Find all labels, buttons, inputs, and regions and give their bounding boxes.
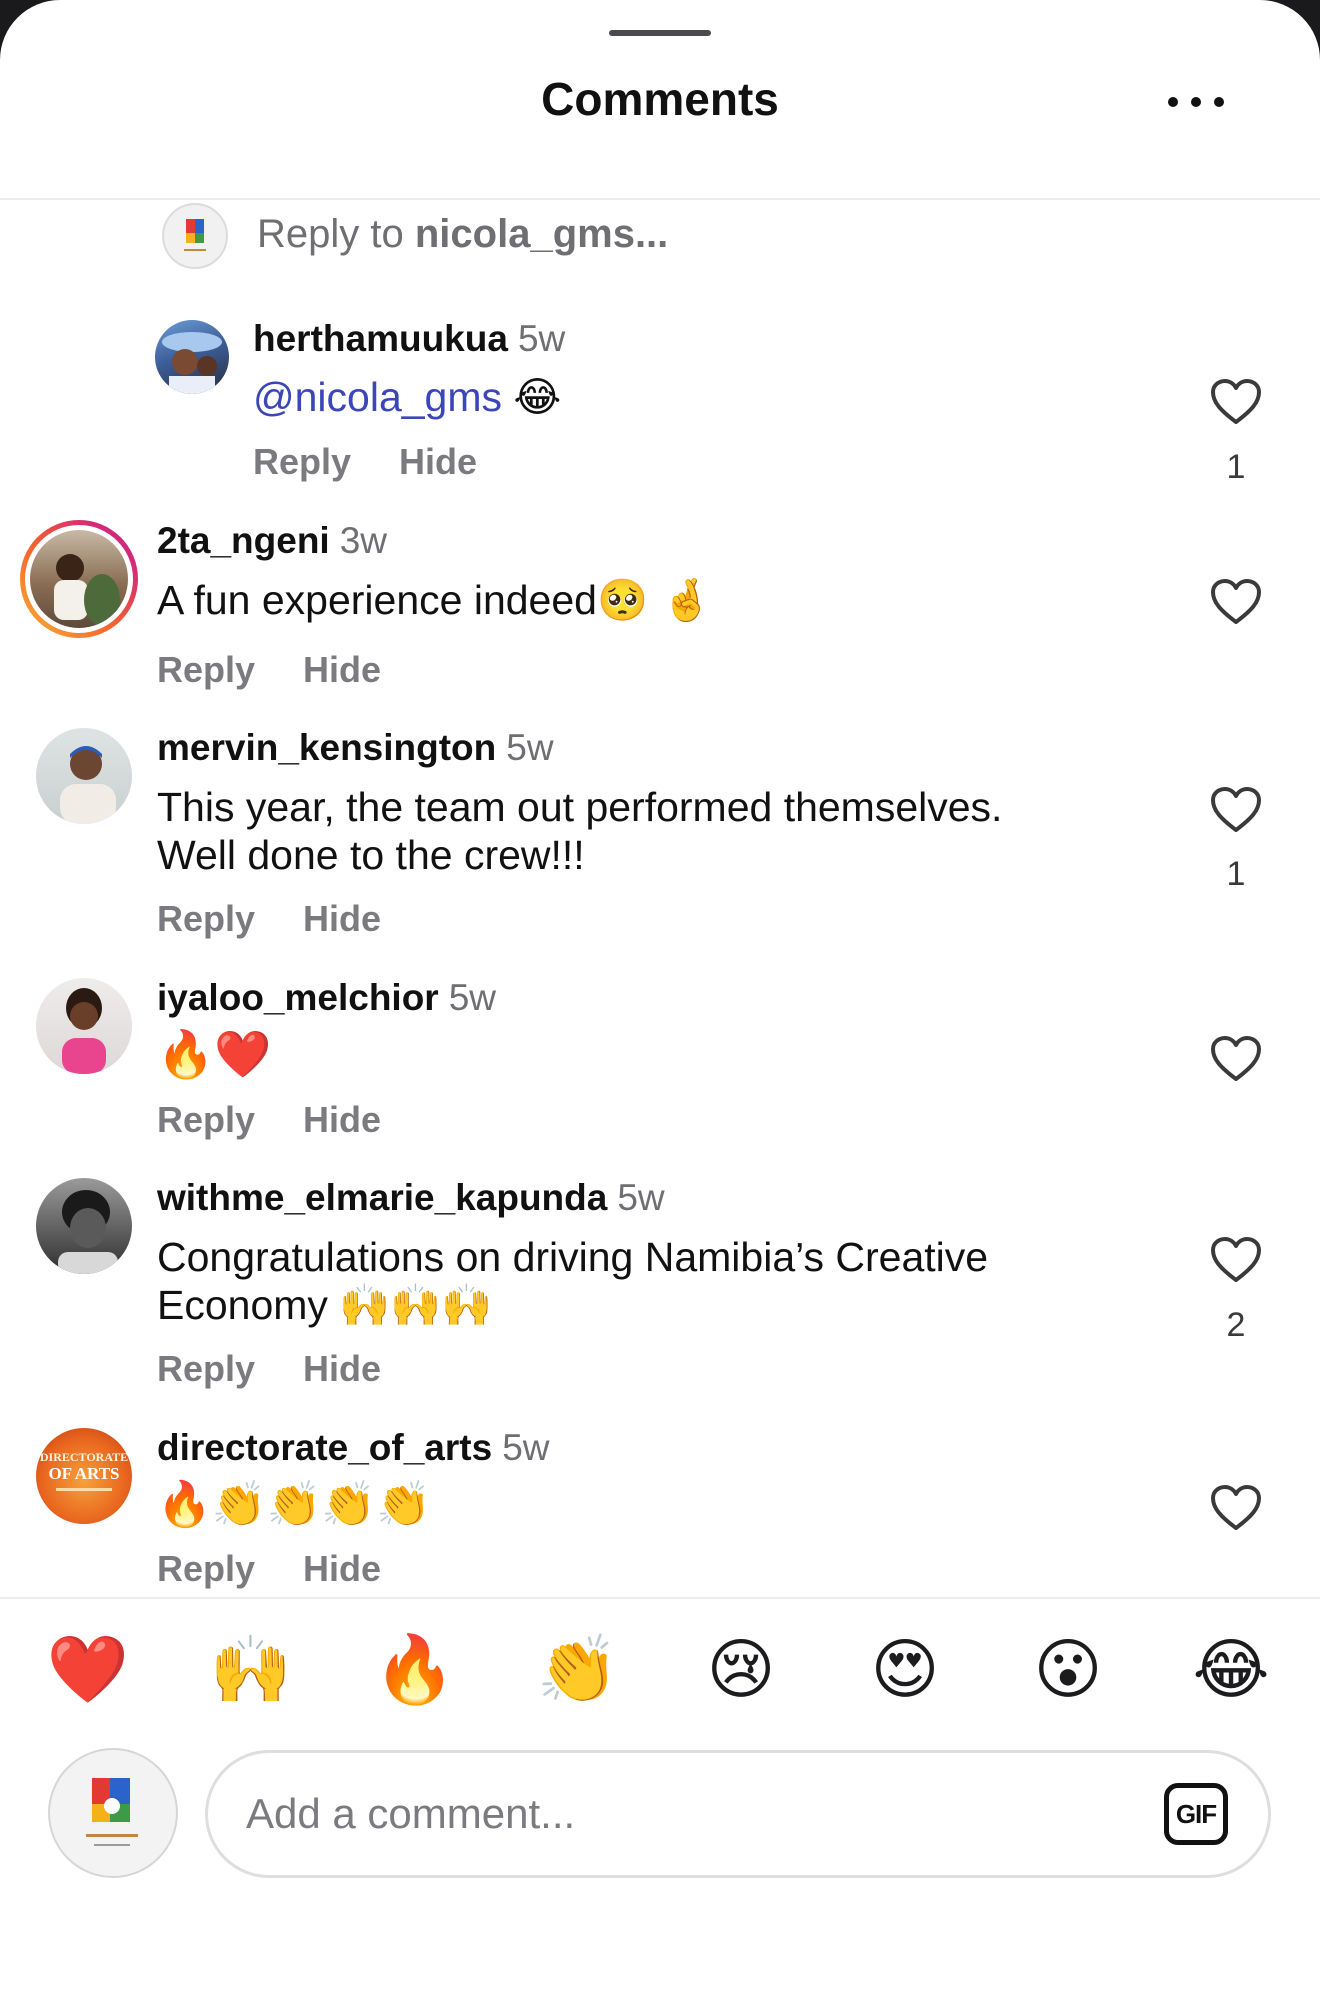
avatar-logo-text: DIRECTORATE xyxy=(39,1450,129,1464)
hide-button[interactable]: Hide xyxy=(303,1548,381,1589)
comment-text: 🔥❤️ xyxy=(157,1030,272,1078)
like-heart-icon[interactable] xyxy=(1210,378,1262,426)
quick-reaction-heart-eyes[interactable]: 😍 xyxy=(860,1630,950,1710)
reply-to-target: nicola_gms... xyxy=(414,212,669,256)
mention-link[interactable]: @nicola_gms xyxy=(253,374,502,420)
quick-reaction-clap[interactable]: 👏 xyxy=(533,1630,623,1710)
timestamp: 5w xyxy=(517,318,566,359)
comments-sheet: Comments Reply to nicola_gms... herthamu… xyxy=(0,0,1320,1994)
avatar[interactable]: DIRECTORATE OF ARTS xyxy=(36,1428,132,1524)
comment-actions: Reply Hide xyxy=(157,1348,381,1390)
quick-reaction-crying[interactable]: 😢 xyxy=(696,1630,786,1710)
sheet-grab-handle[interactable] xyxy=(609,30,711,36)
reply-bar-avatar xyxy=(162,203,228,269)
comment-header: directorate_of_arts 5w xyxy=(157,1427,550,1469)
timestamp: 5w xyxy=(617,1177,665,1218)
username[interactable]: directorate_of_arts xyxy=(157,1427,492,1468)
header-divider xyxy=(0,198,1320,200)
username[interactable]: 2ta_ngeni xyxy=(157,520,330,561)
quick-reaction-fire[interactable]: 🔥 xyxy=(370,1630,460,1710)
timestamp: 5w xyxy=(502,1427,550,1468)
comment-actions: Reply Hide xyxy=(157,1548,381,1590)
story-ring-avatar[interactable] xyxy=(20,520,138,638)
comment-body: A fun experience indeed xyxy=(157,577,597,623)
reactions-divider xyxy=(0,1597,1320,1599)
comment-body-line: This year, the team out performed themse… xyxy=(157,784,1003,830)
avatar[interactable] xyxy=(155,320,229,394)
timestamp: 5w xyxy=(506,727,554,768)
hide-button[interactable]: Hide xyxy=(303,1348,381,1389)
comment-body-text: Economy xyxy=(157,1282,328,1328)
current-user-avatar[interactable] xyxy=(48,1748,178,1878)
username[interactable]: iyaloo_melchior xyxy=(157,977,439,1018)
comment-body-line: Economy 🙌🙌🙌 xyxy=(157,1281,988,1329)
comment-text: Congratulations on driving Namibia’s Cre… xyxy=(157,1233,988,1329)
like-count: 2 xyxy=(1226,1306,1246,1344)
timestamp: 3w xyxy=(339,520,388,561)
username[interactable]: mervin_kensington xyxy=(157,727,496,768)
comment-body-line: Congratulations on driving Namibia’s Cre… xyxy=(157,1234,989,1280)
avatar[interactable] xyxy=(36,1178,132,1274)
like-heart-icon[interactable] xyxy=(1210,1236,1262,1284)
comment-text: 🔥👏👏👏👏 xyxy=(157,1481,431,1529)
page-title: Comments xyxy=(541,73,779,125)
comment-actions: Reply Hide xyxy=(253,441,477,483)
like-count: 1 xyxy=(1226,448,1246,486)
username[interactable]: withme_elmarie_kapunda xyxy=(157,1177,607,1218)
like-heart-icon[interactable] xyxy=(1210,1484,1262,1532)
comment-emoji: 🙌🙌🙌 xyxy=(339,1281,493,1329)
quick-reaction-surprised[interactable]: 😮 xyxy=(1023,1630,1113,1710)
avatar-logo-rule xyxy=(56,1488,112,1491)
username[interactable]: herthamuukua xyxy=(253,318,508,359)
comment-emoji: 🥺 🤞 xyxy=(596,576,713,624)
like-count: 1 xyxy=(1226,855,1246,893)
comment-emoji: 😂 xyxy=(513,373,562,421)
comment-header: iyaloo_melchior 5w xyxy=(157,977,496,1019)
more-options-icon[interactable] xyxy=(1168,82,1224,122)
gif-button[interactable]: GIF xyxy=(1164,1783,1228,1845)
like-heart-icon[interactable] xyxy=(1210,578,1262,626)
quick-reaction-raised-hands[interactable]: 🙌 xyxy=(206,1630,296,1710)
comment-emoji: 🔥👏👏👏👏 xyxy=(157,1479,431,1530)
comment-actions: Reply Hide xyxy=(157,649,381,691)
hide-button[interactable]: Hide xyxy=(303,649,381,690)
comment-text: A fun experience indeed🥺 🤞 xyxy=(157,576,712,624)
timestamp: 5w xyxy=(448,977,497,1018)
quick-reaction-laughing[interactable]: 😂 xyxy=(1186,1630,1276,1710)
avatar[interactable] xyxy=(36,728,132,824)
hide-button[interactable]: Hide xyxy=(399,441,477,482)
reply-button[interactable]: Reply xyxy=(157,1548,255,1589)
reply-button[interactable]: Reply xyxy=(157,1099,255,1140)
comment-actions: Reply Hide xyxy=(157,898,381,940)
comment-text: This year, the team out performed themse… xyxy=(157,783,1002,879)
comment-emoji: 🔥❤️ xyxy=(157,1027,272,1081)
comment-header: withme_elmarie_kapunda 5w xyxy=(157,1177,665,1219)
reply-button[interactable]: Reply xyxy=(157,898,255,939)
like-heart-icon[interactable] xyxy=(1210,1035,1262,1083)
reply-to-prefix: Reply to xyxy=(257,212,415,256)
quick-reaction-heart[interactable]: ❤️ xyxy=(43,1630,133,1710)
comment-body-line: Well done to the crew!!! xyxy=(157,832,585,878)
reply-button[interactable]: Reply xyxy=(253,441,351,482)
avatar-logo-text: OF ARTS xyxy=(48,1464,120,1483)
reply-button[interactable]: Reply xyxy=(157,1348,255,1389)
comment-header: herthamuukua 5w xyxy=(253,318,565,360)
reply-to-prompt[interactable]: Reply to nicola_gms... xyxy=(257,212,668,257)
comment-actions: Reply Hide xyxy=(157,1099,381,1141)
reply-button[interactable]: Reply xyxy=(157,649,255,690)
comment-header: mervin_kensington 5w xyxy=(157,727,554,769)
hide-button[interactable]: Hide xyxy=(303,1099,381,1140)
comment-text: @nicola_gms 😂 xyxy=(253,373,561,421)
avatar[interactable] xyxy=(36,978,132,1074)
comment-input[interactable] xyxy=(205,1750,1271,1878)
like-heart-icon[interactable] xyxy=(1210,786,1262,834)
comment-header: 2ta_ngeni 3w xyxy=(157,520,387,562)
hide-button[interactable]: Hide xyxy=(303,898,381,939)
